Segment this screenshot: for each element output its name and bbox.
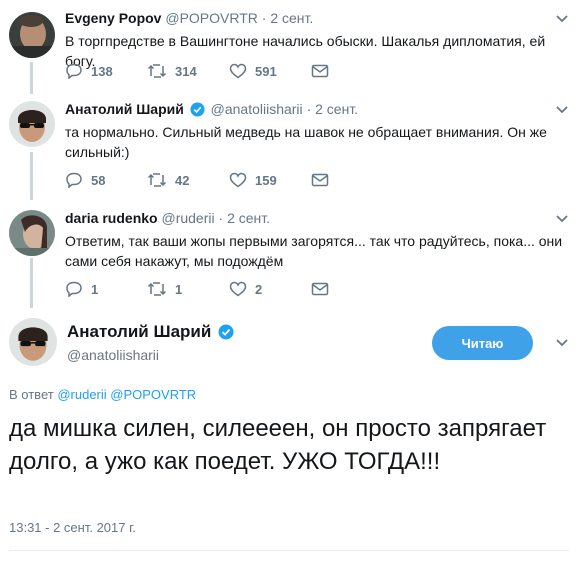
avatar[interactable]	[9, 101, 55, 147]
divider	[9, 550, 569, 551]
tweet[interactable]: Evgeny Popov @POPOVRTR · 2 сент. В торгп…	[0, 0, 583, 95]
tweet-date[interactable]: 2 сент.	[315, 101, 358, 117]
author-name[interactable]: Анатолий Шарий	[67, 322, 211, 341]
author-handle[interactable]: @anatoliisharii	[211, 101, 303, 117]
reply-count: 1	[91, 281, 99, 297]
main-tweet: Анатолий Шарий @anatoliisharii Читаю В о…	[0, 307, 583, 565]
author-name[interactable]: Evgeny Popov	[65, 10, 161, 26]
message-button[interactable]	[311, 173, 393, 187]
reply-count: 58	[91, 172, 106, 188]
message-icon	[311, 282, 329, 296]
tweet-text: да мишка силен, силеееен, он просто запр…	[9, 415, 547, 475]
follow-button[interactable]: Читаю	[432, 326, 533, 360]
like-count: 159	[255, 172, 277, 188]
like-button[interactable]: 591	[229, 63, 311, 79]
like-button[interactable]: 2	[229, 281, 311, 297]
reply-button[interactable]: 138	[65, 63, 147, 79]
verified-icon	[218, 324, 234, 340]
reply-to-link[interactable]: @POPOVRTR	[110, 387, 196, 402]
like-button[interactable]: 159	[229, 172, 311, 188]
author-name[interactable]: Анатолий Шарий	[65, 101, 184, 117]
reply-icon	[66, 63, 82, 79]
author-handle[interactable]: @ruderii	[161, 210, 214, 226]
author-handle[interactable]: @POPOVRTR	[165, 10, 258, 26]
reply-icon	[66, 281, 82, 297]
reply-count: 138	[91, 63, 113, 79]
retweet-icon	[147, 173, 167, 187]
reply-prefix: В ответ	[9, 387, 54, 402]
like-count: 591	[255, 63, 277, 79]
reply-context: В ответ @ruderii @POPOVRTR	[9, 387, 196, 402]
reply-button[interactable]: 58	[65, 172, 147, 188]
tweet-date[interactable]: 2 сент.	[227, 210, 270, 226]
retweet-button[interactable]: 1	[147, 281, 229, 297]
retweet-count: 314	[175, 63, 197, 79]
retweet-button[interactable]: 42	[147, 172, 229, 188]
message-icon	[311, 64, 329, 78]
retweet-count: 1	[175, 281, 183, 297]
tweet[interactable]: Анатолий Шарий @anatoliisharii · 2 сент.…	[0, 95, 583, 200]
message-icon	[311, 173, 329, 187]
like-count: 2	[255, 281, 263, 297]
avatar[interactable]	[9, 210, 55, 256]
author-handle[interactable]: @anatoliisharii	[67, 347, 159, 363]
separator: ·	[306, 101, 312, 117]
avatar[interactable]	[9, 318, 57, 366]
chevron-down-icon[interactable]	[555, 336, 569, 350]
reply-icon	[66, 172, 82, 188]
separator: ·	[261, 10, 267, 26]
retweet-button[interactable]: 314	[147, 63, 229, 79]
chevron-down-icon[interactable]	[555, 12, 569, 26]
timestamp[interactable]: 13:31 - 2 сент. 2017 г.	[9, 520, 136, 535]
retweet-icon	[147, 64, 167, 78]
author-name[interactable]: daria rudenko	[65, 210, 158, 226]
like-icon	[229, 172, 247, 188]
avatar[interactable]	[9, 12, 55, 58]
author-name-row[interactable]: Анатолий Шарий	[67, 322, 236, 342]
verified-icon	[190, 102, 205, 117]
chevron-down-icon[interactable]	[555, 103, 569, 117]
tweet-date[interactable]: 2 сент.	[270, 10, 313, 26]
message-button[interactable]	[311, 64, 393, 78]
retweet-icon	[147, 282, 167, 296]
reply-to-link[interactable]: @ruderii	[57, 387, 106, 402]
message-button[interactable]	[311, 282, 393, 296]
retweet-count: 42	[175, 172, 190, 188]
tweet[interactable]: daria rudenko @ruderii · 2 сент. Ответим…	[0, 200, 583, 307]
tweet-text: Ответим, так ваши жопы первыми загорятся…	[65, 233, 563, 269]
like-icon	[229, 281, 247, 297]
like-icon	[229, 63, 247, 79]
separator: ·	[218, 210, 224, 226]
tweet-text: та нормально. Сильный медведь на шавок н…	[65, 124, 547, 160]
reply-button[interactable]: 1	[65, 281, 147, 297]
chevron-down-icon[interactable]	[555, 212, 569, 226]
